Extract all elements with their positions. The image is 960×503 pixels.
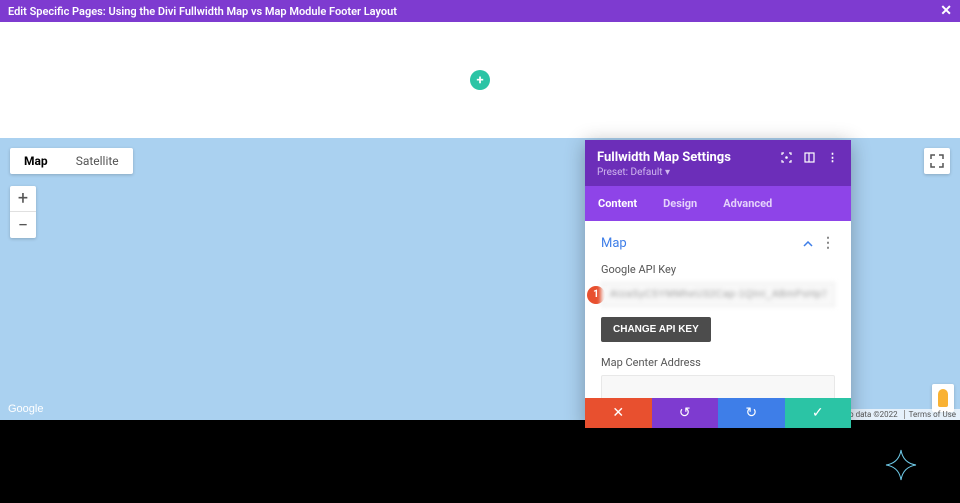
section-title: Map (601, 236, 627, 251)
modal-save-button[interactable]: ✓ (785, 398, 852, 428)
center-address-label: Map Center Address (601, 356, 835, 369)
tab-advanced[interactable]: Advanced (710, 186, 785, 221)
zoom-in-button[interactable]: + (10, 186, 36, 212)
modal-menu-icon[interactable]: ⋮ (826, 151, 839, 164)
page-title: Edit Specific Pages: Using the Divi Full… (8, 5, 397, 18)
page-title-bar: Edit Specific Pages: Using the Divi Full… (0, 0, 960, 22)
zoom-control: + − (10, 186, 36, 238)
google-logo: Google (8, 403, 43, 415)
tab-content[interactable]: Content (585, 186, 650, 221)
section-menu-icon[interactable]: ⋮ (821, 235, 835, 251)
modal-title: Fullwidth Map Settings (597, 150, 731, 165)
modal-tabs: Content Design Advanced (585, 186, 851, 221)
attribution-terms[interactable]: Terms of Use (904, 410, 956, 419)
preset-selector[interactable]: Preset: Default ▾ (597, 167, 839, 178)
modal-undo-button[interactable]: ↺ (652, 398, 719, 428)
map-type-control: Map Satellite (10, 148, 133, 174)
snap-icon[interactable] (803, 151, 816, 164)
section-header: Map ⋮ (601, 235, 835, 251)
collapse-icon[interactable] (803, 237, 813, 250)
zoom-out-button[interactable]: − (10, 212, 36, 238)
pegman-icon (938, 389, 948, 407)
modal-close-button[interactable]: ✕ (585, 398, 652, 428)
plus-icon: + (476, 73, 483, 88)
api-key-label: Google API Key (601, 263, 835, 276)
modal-footer: ✕ ↺ ↻ ✓ (585, 398, 851, 428)
close-icon[interactable]: ✕ (940, 3, 952, 19)
settings-modal: Fullwidth Map Settings ⋮ Preset: Default… (585, 140, 851, 428)
api-key-input[interactable] (601, 282, 835, 307)
expand-icon[interactable] (780, 151, 793, 164)
tab-design[interactable]: Design (650, 186, 710, 221)
builder-canvas: + (0, 22, 960, 138)
change-api-key-button[interactable]: CHANGE API KEY (601, 317, 711, 342)
modal-header[interactable]: Fullwidth Map Settings ⋮ Preset: Default… (585, 140, 851, 186)
modal-body: Map ⋮ Google API Key 1 CHANGE API KEY Ma… (585, 221, 851, 398)
modal-redo-button[interactable]: ↻ (718, 398, 785, 428)
footer-section (0, 420, 960, 503)
map-type-satellite-button[interactable]: Satellite (62, 148, 133, 174)
add-section-button[interactable]: + (470, 70, 490, 90)
sparkle-icon (884, 448, 918, 482)
map-type-map-button[interactable]: Map (10, 148, 62, 174)
fullscreen-button[interactable] (924, 148, 950, 174)
center-address-input[interactable] (601, 375, 835, 398)
pegman-button[interactable] (932, 384, 954, 412)
